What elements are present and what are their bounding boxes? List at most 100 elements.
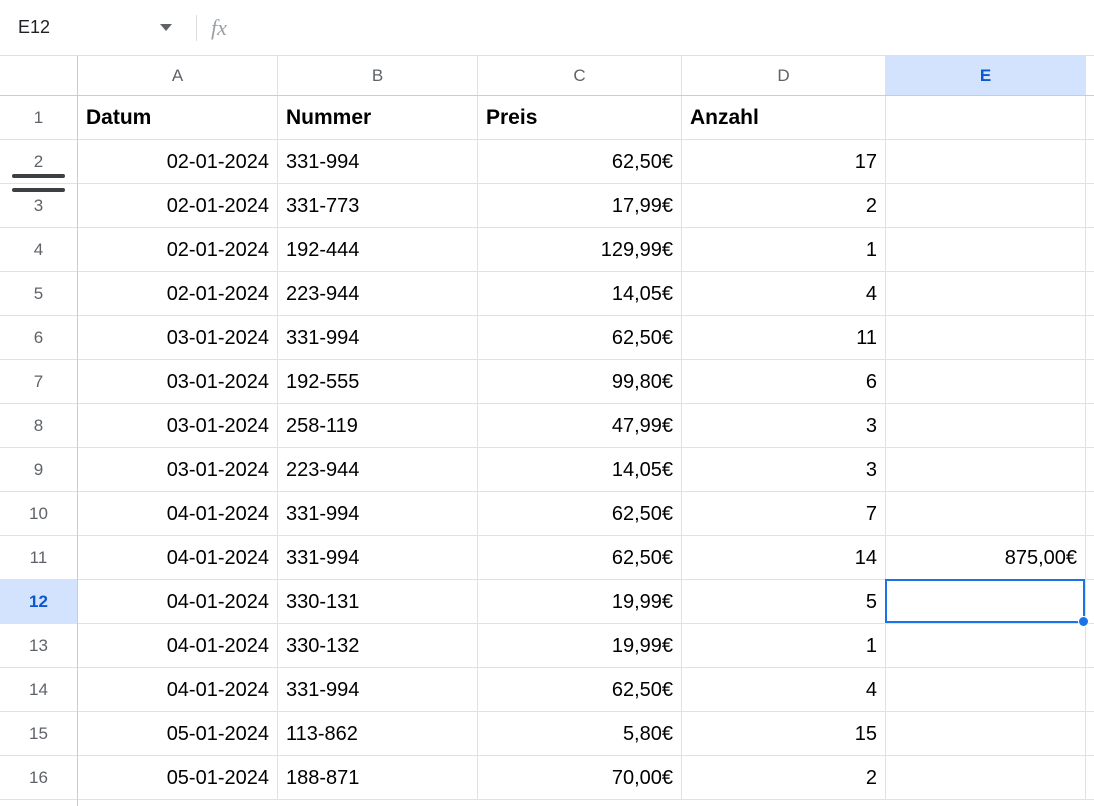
row-header-16[interactable]: 16 <box>0 756 77 800</box>
row-header-12[interactable]: 12 <box>0 580 77 624</box>
cell-D4[interactable]: 1 <box>682 228 886 272</box>
cell-C9[interactable]: 14,05€ <box>478 448 682 492</box>
row-header-10[interactable]: 10 <box>0 492 77 536</box>
cell-E2[interactable] <box>886 140 1086 184</box>
row-header-8[interactable]: 8 <box>0 404 77 448</box>
column-header-C[interactable]: C <box>478 56 682 95</box>
cell-E5[interactable] <box>886 272 1086 316</box>
cell-C8[interactable]: 47,99€ <box>478 404 682 448</box>
cell-C10[interactable]: 62,50€ <box>478 492 682 536</box>
cell-D3[interactable]: 2 <box>682 184 886 228</box>
cell-C3[interactable]: 17,99€ <box>478 184 682 228</box>
cell-B1[interactable]: Nummer <box>278 96 478 140</box>
cell-D2[interactable]: 17 <box>682 140 886 184</box>
row-header-3[interactable]: 3 <box>0 184 77 228</box>
cell-E1[interactable] <box>886 96 1086 140</box>
cell-A5[interactable]: 02-01-2024 <box>78 272 278 316</box>
cell-B10[interactable]: 331-994 <box>278 492 478 536</box>
cell-B7[interactable]: 192-555 <box>278 360 478 404</box>
cell-B4[interactable]: 192-444 <box>278 228 478 272</box>
cell-C5[interactable]: 14,05€ <box>478 272 682 316</box>
column-header-E[interactable]: E <box>886 56 1086 95</box>
cell-A6[interactable]: 03-01-2024 <box>78 316 278 360</box>
cell-B3[interactable]: 331-773 <box>278 184 478 228</box>
cell-D13[interactable]: 1 <box>682 624 886 668</box>
name-box[interactable]: E12 <box>12 11 182 45</box>
cell-A4[interactable]: 02-01-2024 <box>78 228 278 272</box>
cell-A9[interactable]: 03-01-2024 <box>78 448 278 492</box>
row-header-9[interactable]: 9 <box>0 448 77 492</box>
cell-C4[interactable]: 129,99€ <box>478 228 682 272</box>
row-header-6[interactable]: 6 <box>0 316 77 360</box>
cell-E9[interactable] <box>886 448 1086 492</box>
cell-C14[interactable]: 62,50€ <box>478 668 682 712</box>
cell-C7[interactable]: 99,80€ <box>478 360 682 404</box>
cell-B12[interactable]: 330-131 <box>278 580 478 624</box>
cell-C6[interactable]: 62,50€ <box>478 316 682 360</box>
row-header-13[interactable]: 13 <box>0 624 77 668</box>
cell-B11[interactable]: 331-994 <box>278 536 478 580</box>
cell-C16[interactable]: 70,00€ <box>478 756 682 800</box>
cell-E3[interactable] <box>886 184 1086 228</box>
cell-A12[interactable]: 04-01-2024 <box>78 580 278 624</box>
cell-A11[interactable]: 04-01-2024 <box>78 536 278 580</box>
cell-D12[interactable]: 5 <box>682 580 886 624</box>
cell-D1[interactable]: Anzahl <box>682 96 886 140</box>
column-header-D[interactable]: D <box>682 56 886 95</box>
cell-E6[interactable] <box>886 316 1086 360</box>
select-all-corner[interactable] <box>0 56 78 95</box>
cell-E15[interactable] <box>886 712 1086 756</box>
cell-A16[interactable]: 05-01-2024 <box>78 756 278 800</box>
cell-D8[interactable]: 3 <box>682 404 886 448</box>
cell-D10[interactable]: 7 <box>682 492 886 536</box>
cell-C13[interactable]: 19,99€ <box>478 624 682 668</box>
cell-A8[interactable]: 03-01-2024 <box>78 404 278 448</box>
cell-E16[interactable] <box>886 756 1086 800</box>
cell-D5[interactable]: 4 <box>682 272 886 316</box>
cell-B16[interactable]: 188-871 <box>278 756 478 800</box>
cell-A1[interactable]: Datum <box>78 96 278 140</box>
cell-E11[interactable]: 875,00€ <box>886 536 1086 580</box>
cell-B14[interactable]: 331-994 <box>278 668 478 712</box>
column-header-B[interactable]: B <box>278 56 478 95</box>
cell-E7[interactable] <box>886 360 1086 404</box>
cell-A13[interactable]: 04-01-2024 <box>78 624 278 668</box>
row-header-1[interactable]: 1 <box>0 96 77 140</box>
cells-area[interactable]: DatumNummerPreisAnzahl02-01-2024331-9946… <box>78 96 1094 806</box>
cell-E12[interactable] <box>886 580 1086 624</box>
cell-D14[interactable]: 4 <box>682 668 886 712</box>
cell-B15[interactable]: 113-862 <box>278 712 478 756</box>
cell-E4[interactable] <box>886 228 1086 272</box>
row-header-7[interactable]: 7 <box>0 360 77 404</box>
column-header-A[interactable]: A <box>78 56 278 95</box>
cell-D7[interactable]: 6 <box>682 360 886 404</box>
cell-A10[interactable]: 04-01-2024 <box>78 492 278 536</box>
cell-C2[interactable]: 62,50€ <box>478 140 682 184</box>
cell-B2[interactable]: 331-994 <box>278 140 478 184</box>
cell-A2[interactable]: 02-01-2024 <box>78 140 278 184</box>
cell-E13[interactable] <box>886 624 1086 668</box>
row-header-4[interactable]: 4 <box>0 228 77 272</box>
cell-D16[interactable]: 2 <box>682 756 886 800</box>
spreadsheet-grid[interactable]: ABCDE 12345678910111213141516 DatumNumme… <box>0 56 1094 806</box>
cell-D15[interactable]: 15 <box>682 712 886 756</box>
cell-C15[interactable]: 5,80€ <box>478 712 682 756</box>
cell-B6[interactable]: 331-994 <box>278 316 478 360</box>
cell-C12[interactable]: 19,99€ <box>478 580 682 624</box>
cell-B5[interactable]: 223-944 <box>278 272 478 316</box>
cell-E10[interactable] <box>886 492 1086 536</box>
row-header-15[interactable]: 15 <box>0 712 77 756</box>
row-header-2[interactable]: 2 <box>0 140 77 184</box>
cell-D11[interactable]: 14 <box>682 536 886 580</box>
cell-C1[interactable]: Preis <box>478 96 682 140</box>
cell-D9[interactable]: 3 <box>682 448 886 492</box>
cell-E8[interactable] <box>886 404 1086 448</box>
cell-B8[interactable]: 258-119 <box>278 404 478 448</box>
cell-E14[interactable] <box>886 668 1086 712</box>
cell-C11[interactable]: 62,50€ <box>478 536 682 580</box>
formula-input[interactable] <box>237 13 1082 43</box>
cell-B13[interactable]: 330-132 <box>278 624 478 668</box>
cell-B9[interactable]: 223-944 <box>278 448 478 492</box>
cell-A15[interactable]: 05-01-2024 <box>78 712 278 756</box>
cell-D6[interactable]: 11 <box>682 316 886 360</box>
